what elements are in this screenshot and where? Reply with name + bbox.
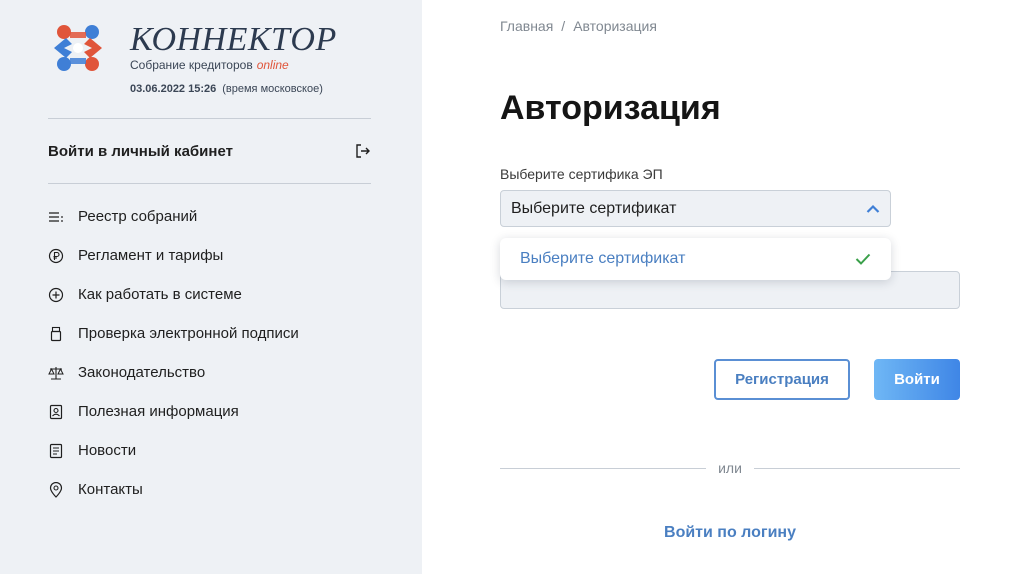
sidebar-item-signature-check[interactable]: Проверка электронной подписи bbox=[48, 314, 299, 353]
server-datetime: 03.06.2022 15:26 (время московское) bbox=[130, 82, 323, 96]
sidebar-item-label: Контакты bbox=[78, 481, 143, 498]
personal-account-label: Войти в личный кабинет bbox=[48, 142, 233, 160]
logout-arrow-icon[interactable] bbox=[355, 143, 371, 159]
or-text: или bbox=[718, 460, 742, 476]
sidebar: КОННЕКТОР Собрание кредиторов online 03.0… bbox=[0, 0, 422, 574]
page-title: Авторизация bbox=[500, 89, 721, 127]
breadcrumb-separator: / bbox=[561, 18, 566, 34]
sidebar-item-label: Новости bbox=[78, 442, 137, 459]
sidebar-nav: Реестр собраний Регламент и тарифы Как р… bbox=[48, 197, 299, 509]
sidebar-item-label: Проверка электронной подписи bbox=[78, 325, 299, 342]
sidebar-item-news[interactable]: Новости bbox=[48, 431, 299, 470]
sidebar-divider-top bbox=[48, 118, 371, 119]
sidebar-item-label: Реестр собраний bbox=[78, 208, 198, 225]
certificate-select[interactable]: Выберите сертификат bbox=[500, 190, 891, 227]
ruble-icon bbox=[48, 248, 64, 264]
or-line-left bbox=[500, 467, 707, 469]
sidebar-item-label: Полезная информация bbox=[78, 403, 239, 420]
plus-circle-icon bbox=[48, 287, 64, 303]
scales-icon bbox=[48, 365, 64, 381]
brand-name: КОННЕКТОР bbox=[130, 21, 337, 58]
brand-online: online bbox=[256, 58, 289, 72]
sidebar-item-legislation[interactable]: Законодательство bbox=[48, 353, 299, 392]
document-icon bbox=[48, 443, 64, 459]
login-button[interactable]: Войти bbox=[874, 359, 960, 400]
personal-account-login[interactable]: Войти в личный кабинет bbox=[48, 141, 371, 161]
list-icon bbox=[48, 209, 64, 225]
breadcrumb-current: Авторизация bbox=[573, 18, 657, 34]
or-line-right bbox=[753, 467, 960, 469]
sidebar-item-how-to[interactable]: Как работать в системе bbox=[48, 275, 299, 314]
location-pin-icon bbox=[48, 481, 64, 498]
sidebar-item-contacts[interactable]: Контакты bbox=[48, 470, 299, 509]
id-card-icon bbox=[48, 404, 64, 420]
brand-subtitle: Собрание кредиторов online bbox=[130, 58, 289, 72]
brand-subtitle-text: Собрание кредиторов bbox=[130, 58, 253, 72]
sidebar-item-registry[interactable]: Реестр собраний bbox=[48, 197, 299, 236]
datetime-value: 03.06.2022 15:26 bbox=[130, 83, 217, 95]
sidebar-item-label: Как работать в системе bbox=[78, 286, 242, 303]
sidebar-item-label: Регламент и тарифы bbox=[78, 247, 224, 264]
konnektor-logo[interactable] bbox=[48, 22, 108, 74]
sidebar-divider-bottom bbox=[48, 183, 371, 184]
breadcrumb: Главная / Авторизация bbox=[500, 18, 657, 34]
breadcrumb-home[interactable]: Главная bbox=[500, 18, 553, 34]
sidebar-item-tariffs[interactable]: Регламент и тарифы bbox=[48, 236, 299, 275]
certificate-select-value: Выберите сертификат bbox=[511, 199, 677, 217]
login-by-password-link[interactable]: Войти по логину bbox=[500, 524, 960, 542]
certificate-field-label: Выберите сертифика ЭП bbox=[500, 166, 663, 182]
usb-token-icon bbox=[48, 326, 64, 342]
certificate-dropdown-option[interactable]: Выберите сертификат bbox=[500, 238, 891, 280]
dropdown-option-label: Выберите сертификат bbox=[520, 250, 686, 267]
main-content: Главная / Авторизация Авторизация Выберите… bbox=[422, 0, 1022, 574]
checkmark-icon bbox=[855, 253, 871, 265]
sidebar-item-label: Законодательство bbox=[78, 364, 206, 381]
chevron-up-icon bbox=[866, 204, 880, 213]
timezone-note: (время московское) bbox=[222, 83, 323, 95]
sidebar-item-useful-info[interactable]: Полезная информация bbox=[48, 392, 299, 431]
register-button[interactable]: Регистрация bbox=[714, 359, 850, 400]
or-divider: или bbox=[500, 459, 960, 477]
